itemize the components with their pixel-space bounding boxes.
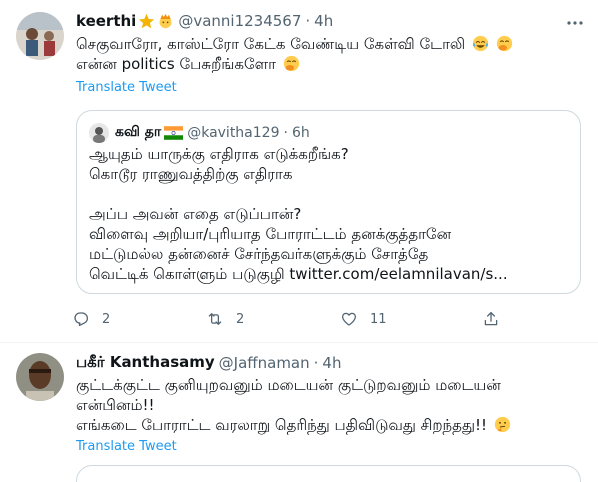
quoted-tweet[interactable]: கவி தா @kavitha129 · 6h ஆயுதம் யாருக்கு …: [76, 110, 581, 294]
quoted-author-name: கவி தா: [115, 124, 162, 140]
tweet-line: செகுவாரோ, காஸ்ட்ரோ கேட்க வேண்டிய கேள்வி …: [76, 35, 466, 53]
quoted-line: கொடூர ராணுவத்திற்கு எதிராக: [89, 165, 293, 183]
quoted-avatar: [89, 123, 109, 143]
quoted-author-handle: @kavitha129: [187, 125, 280, 141]
tweet-line: என்பினம்!!: [76, 396, 155, 414]
tweet-text: குட்டக்குட்ட குனியுறவனும் மடையன் குட்டுற…: [76, 375, 586, 435]
quoted-line: மட்டுமல்ல தன்னைச் சேர்ந்தவர்களுக்கும் சோ…: [89, 245, 429, 263]
hand-over-mouth-emoji-icon: [496, 35, 512, 52]
reply-icon: [74, 312, 89, 327]
separator-dot: ·: [313, 354, 319, 372]
share-button[interactable]: [482, 310, 500, 328]
separator-dot: ·: [283, 125, 288, 141]
tweet-line: என்ன politics பேசுறீங்களோ: [76, 55, 276, 73]
laughing-tears-emoji-icon: [472, 35, 489, 52]
avatar-image: [16, 353, 64, 401]
hand-over-mouth-emoji-icon: [283, 55, 299, 72]
quoted-timestamp: 6h: [291, 125, 310, 141]
author-handle[interactable]: @vanni1234567: [178, 12, 301, 30]
author-name[interactable]: keerthi: [76, 12, 136, 30]
quoted-line: அப்ப அவன் எதை எடுப்பான்?: [89, 205, 302, 223]
tweet-kanthasamy[interactable]: பகீர் Kanthasamy @Jaffnaman · 4h குட்டக்…: [0, 343, 598, 482]
avatar-image: [16, 12, 64, 60]
princess-emoji-icon: [159, 13, 172, 28]
translate-tweet-link[interactable]: Translate Tweet: [76, 80, 177, 95]
avatar[interactable]: [16, 12, 64, 60]
thinking-face-emoji-icon: [494, 416, 510, 433]
translate-tweet-link[interactable]: Translate Tweet: [76, 439, 177, 454]
reply-button[interactable]: 2: [72, 310, 110, 328]
author-name[interactable]: பகீர் Kanthasamy: [76, 353, 215, 373]
reply-count: 2: [102, 311, 111, 327]
quoted-line: வெட்டிக் கொள்ளும் படுகுழி twitter.com/ee…: [89, 265, 508, 283]
retweet-icon: [208, 313, 222, 325]
like-button[interactable]: 11: [340, 310, 387, 328]
timestamp[interactable]: 4h: [322, 354, 341, 372]
quoted-line: விளைவு அறியா/புரியாத போராட்டம் தனக்குத்த…: [89, 225, 452, 243]
retweet-count: 2: [236, 311, 245, 327]
like-count: 11: [370, 311, 387, 327]
quoted-line: ஆயுதம் யாருக்கு எதிராக எடுக்கறீங்க?: [89, 145, 349, 163]
retweet-button[interactable]: 2: [206, 310, 244, 328]
india-flag-emoji-icon: [164, 126, 184, 140]
star-emoji-icon: [139, 13, 155, 28]
avatar[interactable]: [16, 353, 64, 401]
tweet-text: செகுவாரோ, காஸ்ட்ரோ கேட்க வேண்டிய கேள்வி …: [76, 34, 586, 74]
share-icon: [484, 311, 498, 326]
tweet-actions: 2 2 11: [72, 310, 512, 330]
tweet-keerthi[interactable]: keerthi @vanni1234567 · 4h செகுவாரோ, காஸ…: [0, 0, 598, 342]
separator-dot: ·: [305, 12, 311, 30]
timestamp[interactable]: 4h: [314, 12, 333, 30]
more-options-icon[interactable]: [564, 12, 586, 34]
heart-icon: [341, 312, 357, 326]
tweet-line: எங்கடை போராட்ட வரலாறு தெரிந்து பதிவிடுவத…: [76, 416, 487, 434]
author-handle[interactable]: @Jaffnaman: [219, 354, 310, 372]
quoted-tweet[interactable]: [76, 465, 581, 482]
tweet-line: குட்டக்குட்ட குனியுறவனும் மடையன் குட்டுற…: [76, 376, 501, 394]
